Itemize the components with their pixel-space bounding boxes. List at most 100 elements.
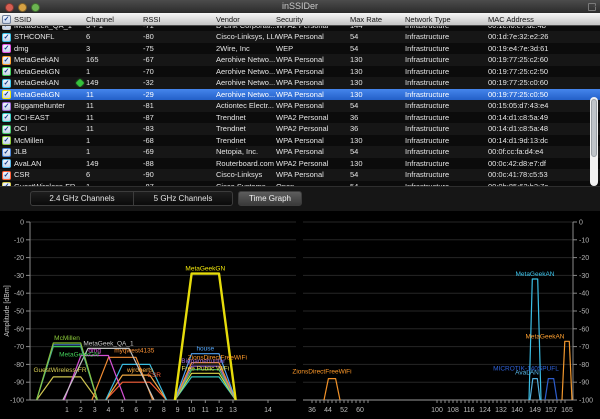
scrollbar-thumb[interactable] (591, 99, 597, 157)
table-row[interactable]: ✓ JLB 1 -69 Netopia, Inc. WPA Personal 5… (0, 146, 600, 158)
cell-ssid: MetaGeekGN (14, 67, 60, 76)
cell-rssi: -29 (143, 90, 216, 99)
cell-security: WPA2 Personal (276, 113, 350, 122)
cell-mac-address: 00:0c:42:d8:e7:df (488, 159, 600, 168)
cell-mac-address: 00:0f:cc:fa:d4:e4 (488, 147, 600, 156)
row-checkbox[interactable]: ✓ (2, 102, 11, 111)
table-row[interactable]: ✓ Biggamehunter 11 -81 Actiontec Electr.… (0, 100, 600, 112)
cell-mac-address: 00:19:e4:7e:3d:61 (488, 44, 600, 53)
table-row[interactable]: ✓ OCI 11 -83 Trendnet WPA2 Personal 36 I… (0, 123, 600, 135)
svg-text:MetaGeekGN: MetaGeekGN (185, 266, 225, 273)
cell-channel: 1 (86, 136, 143, 145)
cell-network-type: Infrastructure (405, 78, 488, 87)
table-scrollbar[interactable] (590, 97, 598, 186)
network-table: ✓ MetaGeek_QA_1 5 + 1 -71 D-Link Corpora… (0, 25, 600, 186)
svg-text:-40: -40 (579, 291, 589, 298)
tab-time-graph[interactable]: Time Graph (238, 191, 302, 206)
column-header-rssi[interactable]: RSSI (143, 15, 216, 24)
cell-network-type: Infrastructure (405, 113, 488, 122)
svg-text:165: 165 (561, 407, 573, 414)
row-checkbox[interactable]: ✓ (2, 44, 11, 53)
row-checkbox[interactable]: ✓ (2, 125, 11, 134)
cell-network-type: Infrastructure (405, 124, 488, 133)
column-header-ssid[interactable]: SSID (14, 15, 86, 24)
title-bar[interactable]: inSSIDer (0, 0, 600, 14)
column-header-max-rate[interactable]: Max Rate (350, 15, 405, 24)
svg-text:-20: -20 (14, 255, 24, 262)
svg-text:-80: -80 (579, 362, 589, 369)
svg-text:-50: -50 (579, 309, 589, 316)
svg-text:-10: -10 (14, 237, 24, 244)
table-row[interactable]: ✓ dmg 3 -75 2Wire, Inc WEP 54 Infrastruc… (0, 43, 600, 55)
column-header-mac-address[interactable]: MAC Address (488, 15, 600, 24)
column-header-vendor[interactable]: Vendor (216, 15, 276, 24)
tab-2-4-ghz-channels[interactable]: 2.4 GHz Channels (30, 191, 134, 206)
cell-channel: 149 (86, 78, 143, 87)
cell-vendor: Netopia, Inc. (216, 147, 276, 156)
inssider-window: inSSIDer ✓ SSIDChannelRSSIVendorSecurity… (0, 0, 600, 419)
svg-text:10: 10 (188, 407, 196, 414)
cell-max-rate: 130 (350, 136, 405, 145)
cell-vendor: Aerohive Netwo... (216, 78, 276, 87)
svg-text:-100: -100 (579, 398, 593, 405)
row-checkbox[interactable]: ✓ (2, 159, 11, 168)
row-checkbox[interactable]: ✓ (2, 67, 11, 76)
cell-ssid: JLB (14, 147, 27, 156)
row-checkbox[interactable]: ✓ (2, 113, 11, 122)
cell-mac-address: 00:1d:7e:32:e2:26 (488, 32, 600, 41)
cell-channel: 6 (86, 32, 143, 41)
cell-network-type: Infrastructure (405, 44, 488, 53)
cell-channel: 3 (86, 44, 143, 53)
svg-text:60: 60 (356, 407, 364, 414)
tab-5-ghz-channels[interactable]: 5 GHz Channels (133, 191, 233, 206)
table-row[interactable]: ✓ MetaGeekGN 11 -29 Aerohive Netwo... WP… (0, 89, 600, 101)
sort-indicator-icon[interactable]: ▲ (592, 3, 597, 9)
cell-rssi: -83 (143, 124, 216, 133)
column-header-channel[interactable]: Channel (86, 15, 143, 24)
row-checkbox[interactable]: ✓ (2, 33, 11, 42)
row-checkbox[interactable]: ✓ (2, 56, 11, 65)
svg-text:ZionsDirectFreeWiFi: ZionsDirectFreeWiFi (292, 369, 351, 376)
table-row[interactable]: ✓ CSR 6 -90 Cisco-Linksys WPA Personal 5… (0, 169, 600, 181)
cell-max-rate: 54 (350, 32, 405, 41)
svg-text:7: 7 (148, 407, 152, 414)
table-row[interactable]: ✓ McMillen 1 -68 Trendnet WPA Personal 1… (0, 135, 600, 147)
svg-text:MetaGeek_QA_1: MetaGeek_QA_1 (83, 340, 134, 347)
table-row[interactable]: ✓ OCI-EAST 11 -87 Trendnet WPA2 Personal… (0, 112, 600, 124)
cell-mac-address: 00:0c:41:78:c5:53 (488, 170, 600, 179)
svg-text:house: house (196, 346, 214, 353)
cell-ssid: CSR (14, 170, 30, 179)
cell-max-rate: 54 (350, 101, 405, 110)
svg-text:140: 140 (511, 407, 523, 414)
cell-network-type: Infrastructure (405, 90, 488, 99)
svg-text:9: 9 (176, 407, 180, 414)
cell-vendor: Cisco-Linksys, LLC (216, 32, 276, 41)
svg-text:-20: -20 (579, 255, 589, 262)
column-header-security[interactable]: Security (276, 15, 350, 24)
cell-vendor: Cisco-Linksys (216, 170, 276, 179)
svg-text:157: 157 (545, 407, 557, 414)
svg-text:-90: -90 (14, 380, 24, 387)
svg-text:13: 13 (229, 407, 237, 414)
select-all-checkbox[interactable]: ✓ (2, 15, 11, 24)
svg-text:132: 132 (495, 407, 507, 414)
table-row[interactable]: ✓ STHCONFL 6 -80 Cisco-Linksys, LLC WPA … (0, 31, 600, 43)
table-row[interactable]: ✓ MetaGeekAN 165 -67 Aerohive Netwo... W… (0, 54, 600, 66)
row-checkbox[interactable]: ✓ (2, 79, 11, 88)
row-checkbox[interactable]: ✓ (2, 171, 11, 180)
column-header-network-type[interactable]: Network Type (405, 15, 488, 24)
cell-vendor: Aerohive Netwo... (216, 90, 276, 99)
table-row[interactable]: ✓ AvaLAN 149 -88 Routerboard.com WPA2 Pe… (0, 158, 600, 170)
cell-ssid: OCI-EAST (14, 113, 49, 122)
row-checkbox[interactable]: ✓ (2, 136, 11, 145)
cell-security: WPA Personal (276, 67, 350, 76)
svg-text:-100: -100 (10, 398, 24, 405)
svg-text:0: 0 (20, 220, 24, 227)
svg-text:1: 1 (65, 407, 69, 414)
row-checkbox[interactable]: ✓ (2, 90, 11, 99)
table-row[interactable]: ✓ MetaGeekAN 149 -32 Aerohive Netwo... W… (0, 77, 600, 89)
svg-text:149: 149 (529, 407, 541, 414)
cell-network-type: Infrastructure (405, 170, 488, 179)
table-row[interactable]: ✓ MetaGeekGN 1 -70 Aerohive Netwo... WPA… (0, 66, 600, 78)
row-checkbox[interactable]: ✓ (2, 148, 11, 157)
